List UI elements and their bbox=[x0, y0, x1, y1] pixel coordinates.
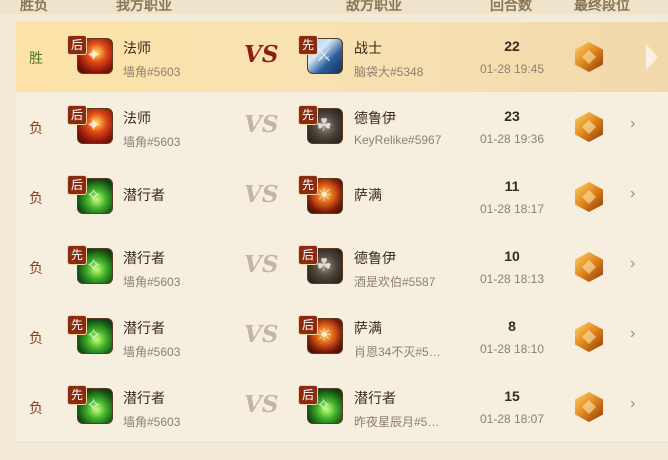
enemy-class-name: 德鲁伊 bbox=[354, 250, 396, 266]
rank-badge-icon bbox=[575, 112, 603, 142]
round-count: 8 bbox=[508, 318, 516, 334]
my-player-name: 墙角#5603 bbox=[123, 135, 181, 149]
enemy-turn-order-badge: 后 bbox=[298, 315, 318, 335]
vs-icon: VS bbox=[244, 111, 279, 138]
vs-icon: VS bbox=[244, 181, 279, 208]
header-enemy-class: 敌方职业 bbox=[346, 0, 402, 13]
match-row[interactable]: 负 ✦ 后法师 墙角#5603 VS ☘ 先德鲁伊 KeyRelike#5967 23 01-28… bbox=[16, 92, 668, 163]
my-class-name: 潜行者 bbox=[123, 320, 165, 336]
match-time: 01-28 18:07 bbox=[479, 412, 545, 426]
enemy-player-name: 脑袋大#5348 bbox=[354, 65, 424, 79]
rank-badge-icon bbox=[575, 182, 603, 212]
my-turn-order-badge: 后 bbox=[67, 105, 87, 125]
round-count: 15 bbox=[504, 388, 520, 404]
match-time: 01-28 18:17 bbox=[479, 202, 545, 216]
my-class-name: 法师 bbox=[123, 40, 151, 56]
match-time: 01-28 19:45 bbox=[479, 62, 545, 76]
enemy-class-name: 潜行者 bbox=[354, 390, 396, 406]
rank-badge-icon bbox=[575, 42, 603, 72]
enemy-class-name: 战士 bbox=[354, 40, 382, 56]
vs-icon: VS bbox=[244, 391, 279, 418]
result-label: 负 bbox=[29, 400, 43, 416]
enemy-turn-order-badge: 先 bbox=[298, 175, 318, 195]
my-turn-order-badge: 先 bbox=[67, 245, 87, 265]
chevron-right-icon[interactable]: › bbox=[630, 255, 635, 273]
result-label: 负 bbox=[29, 260, 43, 276]
enemy-player-name: 酒是欢伯#5587 bbox=[354, 275, 436, 289]
round-count: 11 bbox=[504, 178, 520, 194]
match-row[interactable]: 胜 ✦ 后法师 墙角#5603 VS ⚔ 先战士 脑袋大#5348 22 01-28 19:45 bbox=[16, 22, 668, 92]
my-turn-order-badge: 先 bbox=[67, 385, 87, 405]
enemy-class-name: 萨满 bbox=[354, 320, 382, 336]
enemy-class-name: 萨满 bbox=[354, 187, 382, 203]
my-turn-order-badge: 后 bbox=[67, 35, 87, 55]
header-my-class: 我方职业 bbox=[116, 0, 172, 13]
my-class-name: 潜行者 bbox=[123, 250, 165, 266]
header-final-rank: 最终段位 bbox=[574, 0, 630, 13]
rank-badge-icon bbox=[575, 392, 603, 422]
enemy-class-name: 德鲁伊 bbox=[354, 110, 396, 126]
enemy-turn-order-badge: 后 bbox=[298, 245, 318, 265]
enemy-turn-order-badge: 先 bbox=[298, 35, 318, 55]
round-count: 10 bbox=[504, 248, 520, 264]
enemy-turn-order-badge: 后 bbox=[298, 385, 318, 405]
my-turn-order-badge: 后 bbox=[67, 175, 87, 195]
chevron-right-icon[interactable]: › bbox=[630, 185, 635, 203]
vs-icon: VS bbox=[244, 251, 279, 278]
result-label: 负 bbox=[29, 190, 43, 206]
match-row[interactable]: 负 ✧ 后潜行者 VS ☀ 先萨满 11 01-28 18:17 › bbox=[16, 162, 668, 233]
enemy-player-name: 肖恩34不灭#5… bbox=[354, 345, 441, 359]
chevron-right-icon[interactable]: › bbox=[630, 395, 635, 413]
enemy-player-name: 昨夜星辰月#5… bbox=[354, 415, 440, 429]
my-class-name: 法师 bbox=[123, 110, 151, 126]
chevron-right-icon[interactable]: › bbox=[630, 325, 635, 343]
match-time: 01-28 19:36 bbox=[479, 132, 545, 146]
chevron-right-icon[interactable]: › bbox=[630, 115, 635, 133]
rank-badge-icon bbox=[575, 252, 603, 282]
selected-indicator-icon bbox=[646, 44, 658, 70]
enemy-player-name: KeyRelike#5967 bbox=[354, 133, 442, 147]
match-time: 01-28 18:10 bbox=[479, 342, 545, 356]
header-rounds: 回合数 bbox=[490, 0, 532, 13]
my-class-name: 潜行者 bbox=[123, 187, 165, 203]
vs-icon: VS bbox=[244, 41, 279, 68]
my-player-name: 墙角#5603 bbox=[123, 275, 181, 289]
result-label: 胜 bbox=[29, 50, 43, 66]
table-header: 胜负 我方职业 敌方职业 回合数 最终段位 bbox=[0, 0, 668, 14]
my-class-name: 潜行者 bbox=[123, 390, 165, 406]
match-row[interactable]: 负 ✧ 先潜行者 墙角#5603 VS ☘ 后德鲁伊 酒是欢伯#5587 10 01-28 18:… bbox=[16, 232, 668, 303]
result-label: 负 bbox=[29, 330, 43, 346]
result-label: 负 bbox=[29, 120, 43, 136]
round-count: 22 bbox=[504, 38, 520, 54]
round-count: 23 bbox=[504, 108, 520, 124]
header-result: 胜负 bbox=[20, 0, 48, 13]
my-player-name: 墙角#5603 bbox=[123, 415, 181, 429]
my-player-name: 墙角#5603 bbox=[123, 65, 181, 79]
match-time: 01-28 18:13 bbox=[479, 272, 545, 286]
my-turn-order-badge: 先 bbox=[67, 315, 87, 335]
match-row[interactable]: 负 ✧ 先潜行者 墙角#5603 VS ☀ 后萨满 肖恩34不灭#5… 8 01-28 18:10… bbox=[16, 302, 668, 373]
my-player-name: 墙角#5603 bbox=[123, 345, 181, 359]
match-row[interactable]: 负 ✧ 先潜行者 墙角#5603 VS ✧ 后潜行者 昨夜星辰月#5… 15 01-28 18:0… bbox=[16, 372, 668, 443]
vs-icon: VS bbox=[244, 321, 279, 348]
enemy-turn-order-badge: 先 bbox=[298, 105, 318, 125]
rank-badge-icon bbox=[575, 322, 603, 352]
